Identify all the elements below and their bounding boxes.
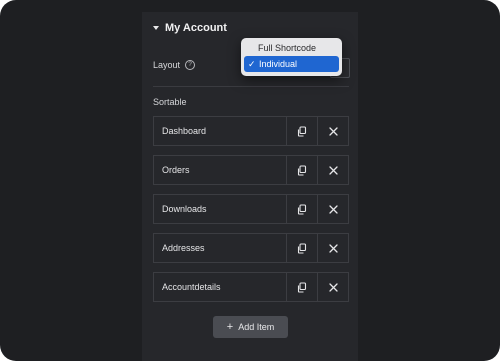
caret-down-icon (153, 26, 159, 30)
close-icon (328, 126, 338, 136)
layout-dropdown-menu: Full Shortcode ✓ Individual (241, 38, 342, 76)
copy-icon (297, 203, 307, 215)
my-account-section-toggle[interactable]: My Account (153, 22, 227, 34)
remove-button[interactable] (317, 156, 348, 184)
remove-button[interactable] (317, 234, 348, 262)
option-label: Individual (259, 59, 298, 69)
remove-button[interactable] (317, 273, 348, 301)
sortable-item-label: Dashboard (162, 126, 207, 136)
close-icon (328, 204, 338, 214)
sortable-item-downloads[interactable]: Downloads (153, 194, 349, 224)
remove-button[interactable] (317, 117, 348, 145)
duplicate-button[interactable] (286, 234, 317, 262)
close-icon (328, 243, 338, 253)
help-icon[interactable]: ? (185, 60, 196, 70)
add-item-button[interactable]: + Add Item (213, 316, 288, 338)
sortable-label: Sortable (153, 97, 187, 107)
plus-icon: + (226, 320, 234, 333)
duplicate-button[interactable] (286, 273, 317, 301)
remove-button[interactable] (317, 195, 348, 223)
copy-icon (297, 281, 307, 293)
copy-icon (297, 242, 307, 254)
duplicate-button[interactable] (286, 195, 317, 223)
divider (153, 86, 349, 87)
dropdown-option-individual[interactable]: ✓ Individual (244, 56, 339, 72)
add-item-label: Add Item (238, 322, 275, 332)
sortable-item-addresses[interactable]: Addresses (153, 233, 349, 263)
copy-icon (297, 164, 307, 176)
section-title: My Account (165, 22, 227, 34)
sortable-item-label: Addresses (162, 243, 205, 253)
sortable-item-dashboard[interactable]: Dashboard (153, 116, 349, 146)
duplicate-button[interactable] (286, 117, 317, 145)
close-icon (328, 282, 338, 292)
dropdown-option-full-shortcode[interactable]: Full Shortcode (244, 40, 339, 56)
sortable-item-accountdetails[interactable]: Accountdetails (153, 272, 349, 302)
app-frame: My Account Layout ? Sortable Dashboard O… (0, 0, 500, 361)
sortable-item-label: Downloads (162, 204, 207, 214)
sortable-item-orders[interactable]: Orders (153, 155, 349, 185)
layout-row: Layout ? (153, 60, 196, 70)
layout-label: Layout (153, 60, 181, 70)
sortable-item-label: Accountdetails (162, 282, 221, 292)
copy-icon (297, 125, 307, 137)
close-icon (328, 165, 338, 175)
duplicate-button[interactable] (286, 156, 317, 184)
sortable-item-label: Orders (162, 165, 190, 175)
sortable-list: Dashboard Orders Downloads Addresses Acc… (153, 116, 349, 311)
check-icon: ✓ (248, 58, 256, 69)
option-label: Full Shortcode (258, 43, 317, 53)
